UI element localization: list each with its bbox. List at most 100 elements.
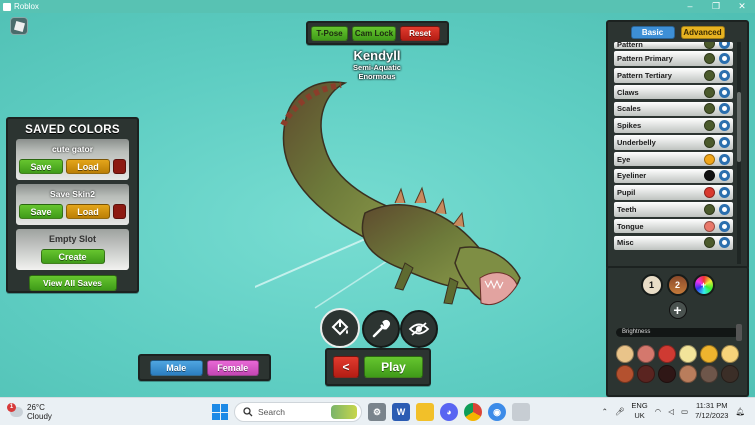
palette-swatch[interactable]: [658, 365, 676, 383]
body-part-row[interactable]: Pattern Primary: [614, 51, 733, 66]
color-swatch[interactable]: [704, 103, 715, 115]
palette-swatch[interactable]: [658, 345, 676, 363]
eyedropper-tool[interactable]: [362, 310, 400, 348]
app-icon[interactable]: ◉: [488, 403, 506, 421]
delete-slot-button[interactable]: [113, 204, 126, 219]
body-part-row[interactable]: Pattern: [614, 42, 733, 49]
view-all-saves-button[interactable]: View All Saves: [28, 275, 117, 291]
body-part-row[interactable]: Claws: [614, 84, 733, 100]
palette-page-1[interactable]: 1: [640, 274, 663, 296]
body-part-row[interactable]: Tongue: [614, 218, 733, 234]
load-button[interactable]: Load: [66, 159, 110, 174]
color-swatch[interactable]: [704, 42, 715, 49]
visibility-toggle-icon[interactable]: [719, 187, 730, 198]
weather-widget[interactable]: 1 26°C Cloudy: [7, 403, 52, 421]
language-indicator[interactable]: ENG UK: [631, 401, 647, 421]
chrome-app-icon[interactable]: [464, 403, 482, 421]
body-part-row[interactable]: Spikes: [614, 118, 733, 133]
roblox-taskbar-icon[interactable]: [512, 403, 530, 421]
bell-icon[interactable]: 🔔︎: [735, 407, 745, 416]
taskbar-search[interactable]: Search: [234, 402, 362, 422]
save-button[interactable]: Save: [19, 204, 63, 219]
color-swatch[interactable]: [704, 69, 715, 81]
create-slot-button[interactable]: Create: [40, 249, 105, 264]
scrollbar-thumb[interactable]: [737, 92, 741, 162]
body-part-row[interactable]: Pupil: [614, 185, 733, 200]
color-swatch[interactable]: [704, 136, 715, 148]
visibility-toggle-icon[interactable]: [719, 86, 730, 98]
hide-tool[interactable]: [400, 310, 438, 348]
visibility-toggle-icon[interactable]: [719, 153, 730, 165]
load-button[interactable]: Load: [66, 204, 110, 219]
visibility-toggle-icon[interactable]: [719, 220, 730, 232]
tab-basic[interactable]: Basic: [630, 26, 675, 39]
body-part-row[interactable]: Pattern Tertiary: [614, 68, 733, 83]
cam-lock-button[interactable]: Cam Lock: [352, 25, 396, 41]
chevron-up-icon[interactable]: ⌃: [602, 407, 608, 416]
delete-slot-button[interactable]: [113, 159, 126, 174]
visibility-toggle-icon[interactable]: [719, 170, 730, 182]
color-swatch[interactable]: [704, 170, 715, 182]
tpose-button[interactable]: T-Pose: [311, 25, 348, 41]
color-swatch[interactable]: [704, 53, 715, 64]
palette-swatch[interactable]: [679, 365, 697, 383]
color-swatch[interactable]: [704, 187, 715, 198]
visibility-toggle-icon[interactable]: [719, 69, 730, 81]
body-part-row[interactable]: Eyeliner: [614, 168, 733, 183]
visibility-toggle-icon[interactable]: [719, 103, 730, 115]
palette-swatch[interactable]: [721, 345, 739, 363]
add-color-button[interactable]: +: [668, 301, 687, 319]
microphone-icon[interactable]: 🎤︎: [615, 407, 625, 416]
color-swatch[interactable]: [704, 237, 715, 249]
palette-swatch[interactable]: [637, 365, 655, 383]
palette-swatch[interactable]: [700, 345, 718, 363]
color-swatch[interactable]: [704, 203, 715, 215]
visibility-toggle-icon[interactable]: [719, 203, 730, 215]
minimize-icon[interactable]: –: [677, 0, 703, 13]
close-icon[interactable]: ✕: [729, 0, 755, 13]
visibility-toggle-icon[interactable]: [719, 42, 730, 49]
palette-swatch[interactable]: [637, 345, 655, 363]
palette-add-page[interactable]: +: [692, 274, 715, 296]
palette-swatch[interactable]: [616, 345, 634, 363]
reset-button[interactable]: Reset: [400, 25, 440, 41]
visibility-toggle-icon[interactable]: [719, 136, 730, 148]
female-button[interactable]: Female: [206, 359, 259, 376]
game-viewport[interactable]: T-Pose Cam Lock Reset Kendyll Semi-Aquat…: [0, 13, 755, 397]
discord-app-icon[interactable]: ◕: [440, 403, 458, 421]
visibility-toggle-icon[interactable]: [719, 237, 730, 249]
palette-swatch[interactable]: [721, 365, 739, 383]
roblox-menu-button[interactable]: [10, 17, 28, 35]
body-part-row[interactable]: Teeth: [614, 202, 733, 217]
color-swatch[interactable]: [704, 86, 715, 98]
maximize-icon[interactable]: ❐: [703, 0, 729, 13]
color-swatch[interactable]: [704, 220, 715, 232]
dragon-model[interactable]: [255, 63, 545, 318]
play-button[interactable]: Play: [364, 356, 423, 378]
male-button[interactable]: Male: [150, 359, 203, 376]
palette-swatch[interactable]: [679, 345, 697, 363]
settings-app-icon[interactable]: ⚙: [368, 403, 386, 421]
brightness-slider[interactable]: Brightness: [616, 324, 742, 341]
color-swatch[interactable]: [704, 120, 715, 131]
body-part-row[interactable]: Eye: [614, 151, 733, 167]
brightness-handle[interactable]: [736, 324, 742, 341]
palette-page-2[interactable]: 2: [666, 274, 689, 296]
palette-swatch[interactable]: [700, 365, 718, 383]
palette-swatch[interactable]: [616, 365, 634, 383]
file-explorer-icon[interactable]: [416, 403, 434, 421]
tab-advanced[interactable]: Advanced: [680, 26, 725, 39]
body-part-row[interactable]: Scales: [614, 101, 733, 116]
battery-icon[interactable]: ▭: [681, 407, 688, 416]
windows-start-icon[interactable]: [212, 404, 228, 420]
scrollbar[interactable]: [737, 42, 741, 264]
color-swatch[interactable]: [704, 153, 715, 165]
back-button[interactable]: <: [333, 356, 359, 378]
paint-bucket-tool[interactable]: [320, 308, 360, 348]
word-app-icon[interactable]: W: [392, 403, 410, 421]
visibility-toggle-icon[interactable]: [719, 120, 730, 131]
wifi-icon[interactable]: ◠: [655, 407, 662, 416]
body-part-row[interactable]: Misc: [614, 235, 733, 250]
save-button[interactable]: Save: [19, 159, 63, 174]
body-part-row[interactable]: Underbelly: [614, 135, 733, 150]
